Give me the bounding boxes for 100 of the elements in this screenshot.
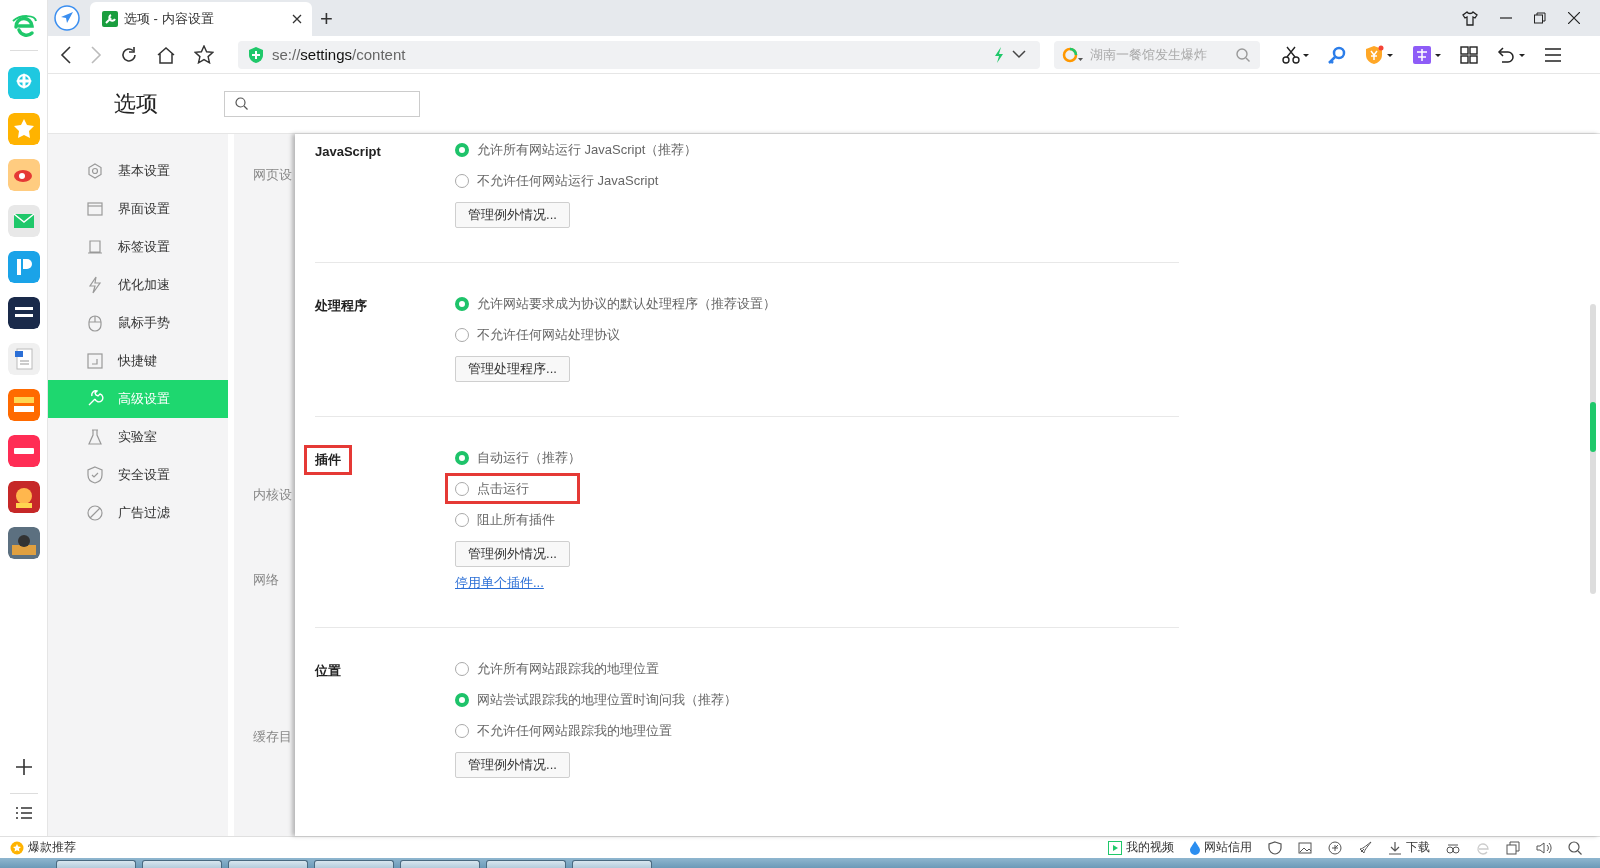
section-heading: 位置 (313, 662, 342, 680)
star-icon[interactable] (194, 45, 214, 64)
radio-button[interactable] (455, 450, 469, 465)
status-item[interactable]: 我的视频 (1108, 839, 1174, 856)
nav-item[interactable]: 界面设置 (48, 190, 228, 228)
menu-icon[interactable] (1544, 46, 1562, 63)
status-item[interactable]: 下载 (1388, 839, 1430, 856)
nav-item[interactable]: 基本设置 (48, 152, 228, 190)
tab-icon (86, 238, 104, 256)
nav-item[interactable]: 实验室 (48, 418, 228, 456)
news-app-icon[interactable] (7, 297, 40, 329)
manage-button[interactable]: 管理例外情况... (455, 541, 570, 567)
radio-button[interactable] (455, 692, 469, 707)
category-label: 网页设 (253, 166, 292, 184)
page-title: 选项 (113, 89, 159, 118)
download-icon (1388, 840, 1402, 855)
drop-icon (1190, 840, 1200, 855)
window-icon (86, 200, 104, 218)
reload-icon[interactable] (120, 45, 138, 64)
window-icon[interactable] (1506, 840, 1520, 855)
nav-item[interactable]: 安全设置 (48, 456, 228, 494)
rocket-icon[interactable] (1358, 840, 1372, 855)
search-field[interactable] (224, 90, 420, 117)
link[interactable]: 停用单个插件... (455, 573, 544, 593)
option-label: 允许所有网站跟踪我的地理位置 (477, 659, 659, 678)
option-label: 不允许任何网站跟踪我的地理位置 (477, 721, 672, 740)
option-label: 不允许任何网站运行 JavaScript (477, 171, 659, 190)
add-icon[interactable] (13, 757, 34, 777)
option-label: 阻止所有插件 (477, 510, 555, 529)
key-icon[interactable] (1328, 45, 1346, 64)
category-label: 网络 (253, 571, 279, 589)
radio-button[interactable] (455, 661, 469, 676)
scissors-icon[interactable] (1282, 45, 1310, 64)
url-text: se://settings/content (272, 46, 407, 63)
play-icon (1108, 840, 1122, 855)
character-app-icon[interactable] (7, 481, 40, 513)
undo-icon[interactable] (1496, 44, 1526, 65)
shield-icon (248, 45, 264, 64)
shirt-icon[interactable] (1462, 10, 1478, 26)
star-badge-icon (10, 840, 24, 855)
radio-button[interactable] (455, 723, 469, 738)
lightning-icon (86, 276, 104, 294)
home-icon[interactable] (156, 45, 176, 64)
nav-item[interactable]: 快捷键 (48, 342, 228, 380)
option-label: 点击运行 (477, 479, 529, 498)
translate-icon[interactable] (1412, 44, 1442, 65)
search-engine-icon[interactable] (1062, 46, 1084, 63)
nav-item[interactable]: 优化加速 (48, 266, 228, 304)
section-heading: JavaScript (314, 143, 382, 161)
speaker-icon[interactable] (1536, 840, 1552, 855)
block-icon (86, 504, 104, 522)
category-label: 内核设 (253, 486, 292, 504)
close-icon[interactable] (292, 14, 302, 24)
tab-title: 选项 - 内容设置 (124, 10, 215, 28)
list-icon[interactable] (14, 806, 33, 820)
option-label: 自动运行（推荐） (477, 448, 581, 467)
restore-icon[interactable] (1534, 12, 1546, 24)
radio-button[interactable] (455, 512, 469, 527)
star-app-icon[interactable] (7, 113, 40, 145)
option-label: 不允许任何网站处理协议 (477, 325, 620, 344)
chevron-down-icon[interactable] (1012, 50, 1026, 59)
search-icon (235, 97, 248, 110)
search-icon[interactable] (1568, 840, 1582, 855)
status-item[interactable]: 网站信用 (1190, 839, 1252, 856)
category-label: 缓存目 (253, 728, 292, 746)
book-app-icon[interactable] (7, 389, 40, 421)
radio-button[interactable] (455, 327, 469, 342)
option-label: 允许所有网站运行 JavaScript（推荐） (477, 140, 698, 159)
close-icon[interactable] (1568, 12, 1580, 24)
game-app-icon[interactable] (7, 527, 40, 559)
nav-item[interactable]: 鼠标手势 (48, 304, 228, 342)
wrench-icon (86, 390, 104, 408)
browser-tab[interactable]: 选项 - 内容设置 (90, 2, 312, 36)
radio-button[interactable] (455, 481, 469, 496)
address-field[interactable]: se://settings/content (238, 40, 1040, 69)
section-heading: 处理程序 (314, 297, 368, 315)
radio-button[interactable] (455, 296, 469, 311)
document-app-icon[interactable] (7, 343, 40, 375)
shop-app-icon[interactable] (7, 435, 40, 467)
new-tab-button[interactable]: + (320, 8, 333, 30)
manage-button[interactable]: 管理处理程序... (455, 356, 570, 382)
radio-button[interactable] (455, 173, 469, 188)
back-icon[interactable] (60, 45, 72, 64)
grid-icon[interactable] (1460, 45, 1478, 64)
mail-app-icon[interactable] (7, 205, 40, 237)
flask-icon (86, 428, 104, 446)
promo-link[interactable]: 爆款推荐 (28, 839, 76, 856)
shield-icon[interactable] (1364, 44, 1394, 65)
compass-icon[interactable] (54, 5, 80, 31)
image-icon[interactable] (1298, 840, 1312, 855)
nav-item[interactable]: 标签设置 (48, 228, 228, 266)
letter-app-icon[interactable] (7, 251, 40, 283)
shield-icon[interactable] (1268, 840, 1282, 855)
radio-button[interactable] (455, 142, 469, 157)
keyboard-icon (86, 352, 104, 370)
nav-item[interactable]: 广告过滤 (48, 494, 228, 532)
wrench-icon (102, 11, 118, 27)
manage-button[interactable]: 管理例外情况... (455, 202, 570, 228)
manage-button[interactable]: 管理例外情况... (455, 752, 570, 778)
option-label: 网站尝试跟踪我的地理位置时询问我（推荐） (477, 690, 737, 709)
